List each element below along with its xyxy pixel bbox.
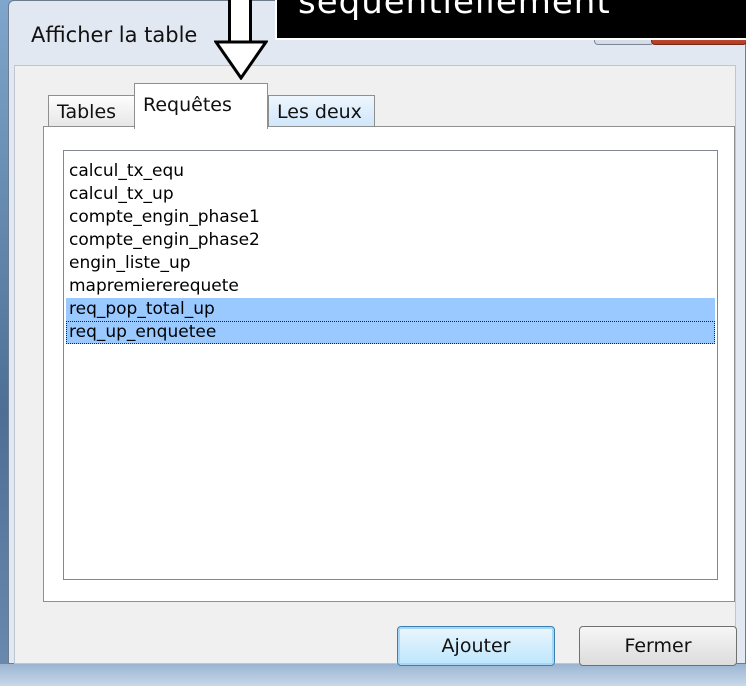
arrow-down-icon bbox=[214, 40, 268, 80]
add-button[interactable]: Ajouter bbox=[397, 626, 555, 666]
list-item[interactable]: compte_engin_phase2 bbox=[66, 229, 715, 252]
arrow-shaft bbox=[228, 0, 252, 44]
tab-tables[interactable]: Tables bbox=[48, 95, 135, 127]
list-item[interactable]: calcul_tx_up bbox=[66, 183, 715, 206]
list-item[interactable]: engin_liste_up bbox=[66, 252, 715, 275]
list-item[interactable]: compte_engin_phase1 bbox=[66, 206, 715, 229]
dialog-title: Afficher la table bbox=[31, 23, 198, 47]
tab-les-deux[interactable]: Les deux bbox=[268, 95, 375, 127]
list-item-selected-focused[interactable]: req_up_enquetee bbox=[66, 321, 715, 344]
close-button[interactable]: Fermer bbox=[579, 626, 737, 666]
queries-listbox[interactable]: calcul_tx_equ calcul_tx_up compte_engin_… bbox=[63, 150, 718, 580]
list-item[interactable]: mapremiererequete bbox=[66, 275, 715, 298]
list-item[interactable]: calcul_tx_equ bbox=[66, 160, 715, 183]
tab-requetes[interactable]: Requêtes bbox=[134, 83, 268, 129]
list-item-selected[interactable]: req_pop_total_up bbox=[66, 298, 715, 321]
background-strip-bottom bbox=[0, 664, 746, 686]
callout-text: séquentiellement bbox=[298, 0, 611, 22]
